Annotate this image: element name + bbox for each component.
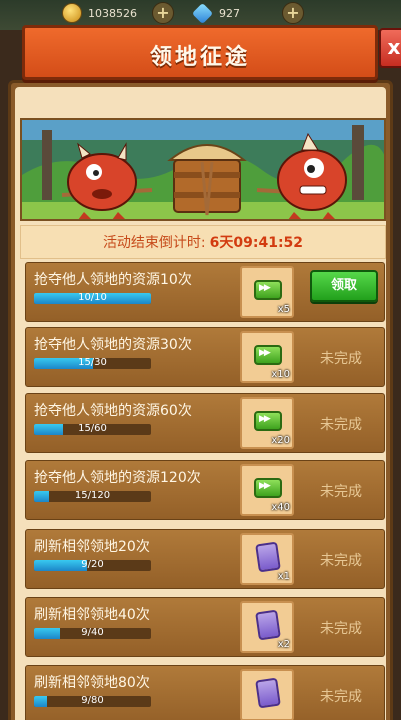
task-label: 刷新相邻领地20次: [34, 539, 150, 555]
incomplete-status: 未完成: [320, 417, 362, 433]
reward-count: x2: [277, 639, 290, 650]
reward-slot[interactable]: x20: [240, 397, 294, 449]
progress-text: 9/20: [81, 560, 104, 570]
incomplete-status: 未完成: [320, 484, 362, 500]
ticket-icon: [254, 478, 282, 498]
gold-coin-icon: [62, 3, 82, 23]
task-row: 抢夺他人领地的资源120次 15/120 x40 未完成: [25, 460, 385, 520]
reward-slot[interactable]: x2: [240, 601, 294, 653]
task-row: 刷新相邻领地80次 9/80 未完成: [25, 665, 385, 720]
progress-text: 15/60: [78, 424, 107, 434]
progress-text: 10/10: [78, 293, 107, 303]
gem-icon: [191, 2, 214, 24]
ticket-icon: [254, 411, 282, 431]
countdown-label: 活动结束倒计时:: [102, 235, 206, 251]
event-banner-illustration: [20, 118, 386, 221]
task-label: 抢夺他人领地的资源10次: [34, 272, 192, 288]
gold-counter: 1038526: [62, 3, 137, 23]
event-countdown: 活动结束倒计时: 6天09:41:52: [20, 225, 386, 259]
reward-count: x20: [271, 435, 290, 446]
reward-count: x40: [271, 502, 290, 513]
incomplete-status: 未完成: [320, 553, 362, 569]
page-title: 领地征途: [149, 45, 250, 70]
gem-counter: 927: [191, 2, 240, 24]
progress-text: 9/80: [81, 696, 104, 706]
task-progress-bar: 9/80: [34, 696, 151, 707]
ticket-icon: [254, 280, 282, 300]
claim-button[interactable]: 领取: [310, 270, 378, 302]
task-row: 抢夺他人领地的资源30次 15/30 x10 未完成: [25, 327, 385, 387]
task-progress-bar: 15/60: [34, 424, 151, 435]
task-label: 刷新相邻领地80次: [34, 675, 150, 691]
reward-count: x1: [277, 571, 290, 582]
task-progress-bar: 9/40: [34, 628, 151, 639]
task-progress-bar: 9/20: [34, 560, 151, 571]
close-button[interactable]: x: [379, 28, 401, 68]
reward-count: x5: [277, 304, 290, 315]
task-label: 抢夺他人领地的资源60次: [34, 403, 192, 419]
task-row: 抢夺他人领地的资源10次 10/10 x5 领取: [25, 262, 385, 322]
task-row: 刷新相邻领地40次 9/40 x2 未完成: [25, 597, 385, 657]
reward-slot[interactable]: x1: [240, 533, 294, 585]
card-icon: [255, 541, 281, 573]
reward-slot[interactable]: x40: [240, 464, 294, 516]
title-banner: 领地征途: [22, 25, 378, 80]
progress-text: 9/40: [81, 628, 104, 638]
banner-art: [22, 120, 384, 219]
progress-text: 15/120: [74, 491, 111, 501]
incomplete-status: 未完成: [320, 689, 362, 705]
task-row: 刷新相邻领地20次 9/20 x1 未完成: [25, 529, 385, 589]
task-label: 抢夺他人领地的资源30次: [34, 337, 192, 353]
reward-count: x10: [271, 369, 290, 380]
ticket-icon: [254, 345, 282, 365]
reward-slot[interactable]: [240, 669, 294, 720]
task-label: 刷新相邻领地40次: [34, 607, 150, 623]
task-progress-bar: 15/120: [34, 491, 151, 502]
add-gem-button[interactable]: +: [282, 2, 304, 24]
card-icon: [255, 609, 281, 641]
add-gold-button[interactable]: +: [152, 2, 174, 24]
incomplete-status: 未完成: [320, 621, 362, 637]
reward-slot[interactable]: x5: [240, 266, 294, 318]
task-label: 抢夺他人领地的资源120次: [34, 470, 201, 486]
task-row: 抢夺他人领地的资源60次 15/60 x20 未完成: [25, 393, 385, 453]
card-icon: [255, 677, 281, 709]
treasure-chest: [167, 144, 247, 216]
gem-value: 927: [219, 6, 240, 20]
incomplete-status: 未完成: [320, 351, 362, 367]
task-progress-bar: 15/30: [34, 358, 151, 369]
reward-slot[interactable]: x10: [240, 331, 294, 383]
countdown-value: 6天09:41:52: [209, 235, 304, 251]
progress-text: 15/30: [78, 358, 107, 368]
task-progress-bar: 10/10: [34, 293, 151, 304]
gold-value: 1038526: [88, 6, 137, 20]
